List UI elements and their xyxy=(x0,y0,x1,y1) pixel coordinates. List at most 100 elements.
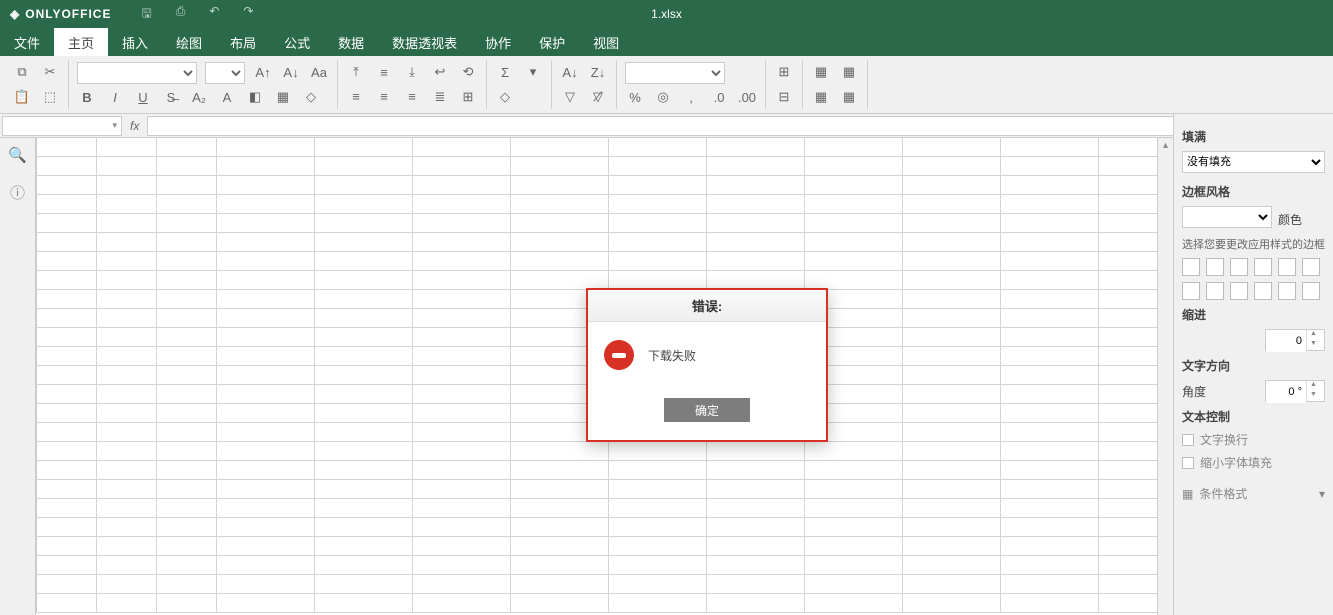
menu-tab-4[interactable]: 布局 xyxy=(216,28,270,56)
cell-style-icon[interactable]: ▦ xyxy=(811,87,831,107)
table-row[interactable] xyxy=(36,214,1157,233)
table-row[interactable] xyxy=(36,556,1157,575)
table-row[interactable] xyxy=(36,195,1157,214)
spin-up-icon[interactable]: ▲ xyxy=(1307,381,1320,391)
table-row[interactable] xyxy=(36,594,1157,613)
fill-color-icon[interactable]: ◧ xyxy=(245,87,265,107)
percent-icon[interactable]: % xyxy=(625,87,645,107)
clear-format-icon[interactable]: ◇ xyxy=(301,87,321,107)
checkbox-icon[interactable] xyxy=(1182,434,1194,446)
decrease-decimal-icon[interactable]: .0 xyxy=(709,87,729,107)
info-icon[interactable]: ⓘ xyxy=(10,182,25,203)
insert-cells-icon[interactable]: ⊞ xyxy=(774,62,794,82)
fill-select[interactable]: 没有填充 xyxy=(1182,151,1325,173)
menu-tab-9[interactable]: 保护 xyxy=(525,28,579,56)
menu-tab-6[interactable]: 数据 xyxy=(324,28,378,56)
spin-down-icon[interactable]: ▼ xyxy=(1307,340,1320,350)
decrease-font-icon[interactable]: A↓ xyxy=(281,63,301,83)
table-row[interactable] xyxy=(36,138,1157,157)
formula-input[interactable] xyxy=(147,116,1329,136)
copy-icon[interactable]: ⧉ xyxy=(12,62,32,82)
strikethrough-icon[interactable]: S̶ xyxy=(161,87,181,107)
menu-tab-0[interactable]: 文件 xyxy=(0,28,54,56)
italic-icon[interactable]: I xyxy=(105,87,125,107)
border-inner-icon[interactable] xyxy=(1206,258,1224,276)
cond-format-icon[interactable]: ▦ xyxy=(811,62,831,82)
bold-icon[interactable]: B xyxy=(77,87,97,107)
delete-cells-icon[interactable]: ⊟ xyxy=(774,87,794,107)
undo-icon[interactable]: ↶ xyxy=(209,4,219,25)
indent-input[interactable]: ▲▼ xyxy=(1265,329,1325,351)
border-right-icon[interactable] xyxy=(1230,282,1248,300)
border-vert-icon[interactable] xyxy=(1206,282,1224,300)
border-line-select[interactable] xyxy=(1182,206,1272,228)
redo-icon[interactable]: ↷ xyxy=(243,4,253,25)
change-case-icon[interactable]: Aa xyxy=(309,63,329,83)
scrollbar-vertical[interactable]: ▴ xyxy=(1157,138,1173,615)
spin-up-icon[interactable]: ▲ xyxy=(1307,330,1320,340)
subscript-icon[interactable]: A₂ xyxy=(189,87,209,107)
border-all-icon[interactable] xyxy=(1230,258,1248,276)
align-top-icon[interactable]: ⤒ xyxy=(346,62,366,82)
border-outer-icon[interactable] xyxy=(1182,258,1200,276)
menu-tab-8[interactable]: 协作 xyxy=(471,28,525,56)
border-bottom-icon[interactable] xyxy=(1302,282,1320,300)
number-format-select[interactable] xyxy=(625,62,725,84)
table-row[interactable] xyxy=(36,176,1157,195)
merge-icon[interactable]: ⊞ xyxy=(458,87,478,107)
menu-tab-10[interactable]: 视图 xyxy=(579,28,633,56)
menu-tab-7[interactable]: 数据透视表 xyxy=(378,28,471,56)
table-row[interactable] xyxy=(36,480,1157,499)
save-icon[interactable]: 🖫 xyxy=(141,4,151,25)
table-format-icon[interactable]: ▦ xyxy=(839,62,859,82)
shrink-fit-checkbox-row[interactable]: 缩小字体填充 xyxy=(1182,454,1325,471)
table-row[interactable] xyxy=(36,233,1157,252)
border-diag2-icon[interactable] xyxy=(1302,258,1320,276)
filter-icon[interactable]: ▽ xyxy=(560,87,580,107)
table-row[interactable] xyxy=(36,518,1157,537)
chevron-down-icon[interactable]: ▾ xyxy=(108,120,121,131)
table-row[interactable] xyxy=(36,461,1157,480)
fx-icon[interactable]: fx xyxy=(122,119,147,133)
border-diag1-icon[interactable] xyxy=(1278,258,1296,276)
print-icon[interactable]: ⎙ xyxy=(176,4,186,25)
menu-tab-2[interactable]: 插入 xyxy=(108,28,162,56)
increase-font-icon[interactable]: A↑ xyxy=(253,63,273,83)
currency-icon[interactable]: ◎ xyxy=(653,87,673,107)
border-left-icon[interactable] xyxy=(1182,282,1200,300)
border-horz-icon[interactable] xyxy=(1278,282,1296,300)
underline-icon[interactable]: U xyxy=(133,87,153,107)
menu-tab-3[interactable]: 绘图 xyxy=(162,28,216,56)
align-middle-icon[interactable]: ≡ xyxy=(374,62,394,82)
fill-down-icon[interactable]: ▾ xyxy=(523,62,543,82)
menu-tab-1[interactable]: 主页 xyxy=(54,28,108,56)
table-row[interactable] xyxy=(36,442,1157,461)
sum-icon[interactable]: Σ xyxy=(495,62,515,82)
table-row[interactable] xyxy=(36,537,1157,556)
comma-icon[interactable]: , xyxy=(681,87,701,107)
wrap-text-checkbox-row[interactable]: 文字换行 xyxy=(1182,431,1325,448)
table-row[interactable] xyxy=(36,499,1157,518)
menu-tab-5[interactable]: 公式 xyxy=(270,28,324,56)
align-left-icon[interactable]: ≡ xyxy=(346,87,366,107)
table-row[interactable] xyxy=(36,157,1157,176)
search-icon[interactable]: 🔍 xyxy=(8,146,27,164)
border-top-icon[interactable] xyxy=(1254,282,1272,300)
borders-icon[interactable]: ▦ xyxy=(273,87,293,107)
orientation-icon[interactable]: ⟲ xyxy=(458,62,478,82)
select-cursor-icon[interactable]: ⬚ xyxy=(40,87,60,107)
increase-decimal-icon[interactable]: .00 xyxy=(737,87,757,107)
font-color-icon[interactable]: A xyxy=(217,87,237,107)
cond-format-icon[interactable]: ▦ xyxy=(1182,487,1193,501)
border-none-icon[interactable] xyxy=(1254,258,1272,276)
font-size-select[interactable] xyxy=(205,62,245,84)
clear-icon[interactable]: ◇ xyxy=(495,87,515,107)
name-box[interactable]: ▾ xyxy=(2,116,122,136)
cut-icon[interactable]: ✂ xyxy=(40,62,60,82)
format-icon[interactable]: ▦ xyxy=(839,87,859,107)
clear-filter-icon[interactable]: ▽̸ xyxy=(588,87,608,107)
chevron-down-icon[interactable]: ▾ xyxy=(1319,487,1325,501)
justify-icon[interactable]: ≣ xyxy=(430,87,450,107)
ok-button[interactable]: 确定 xyxy=(664,398,750,422)
angle-input[interactable]: ▲▼ xyxy=(1265,380,1325,402)
